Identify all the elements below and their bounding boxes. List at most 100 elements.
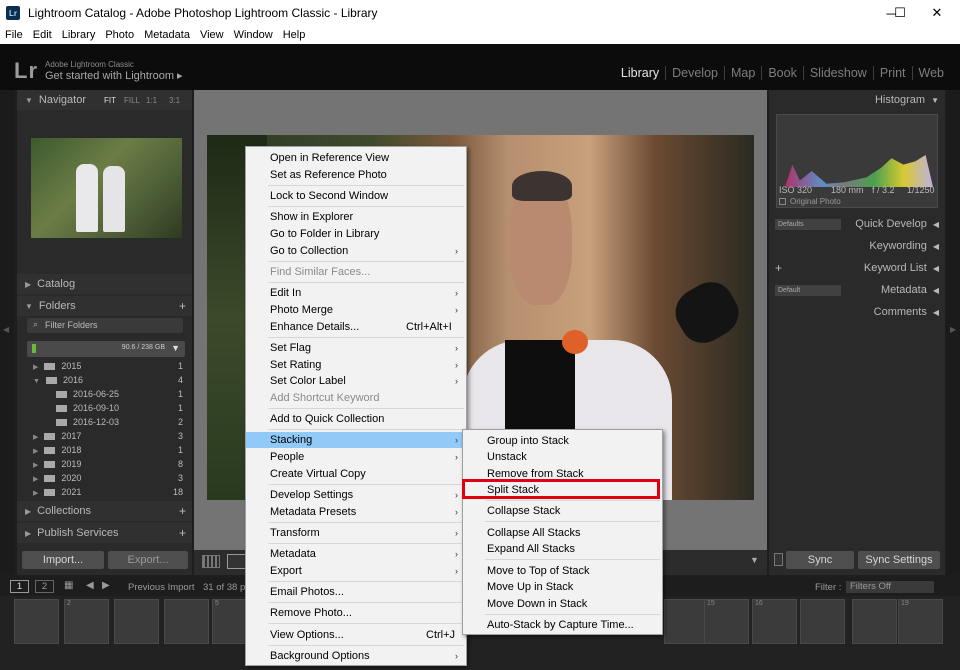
menu-view[interactable]: View <box>195 29 229 41</box>
menu-item-set-as-reference-photo[interactable]: Set as Reference Photo <box>246 167 466 183</box>
menu-item-move-up-in-stack[interactable]: Move Up in Stack <box>463 579 662 595</box>
zoom-1-1[interactable]: 1:1 <box>146 96 157 105</box>
menu-item-stacking[interactable]: Stacking › <box>246 432 466 448</box>
menu-item-people[interactable]: People › <box>246 449 466 465</box>
menu-item-background-options[interactable]: Background Options › <box>246 648 466 664</box>
original-photo-checkbox[interactable] <box>779 198 786 205</box>
module-web[interactable]: Web <box>913 66 950 80</box>
menu-item-open-in-reference-view[interactable]: Open in Reference View <box>246 150 466 166</box>
publish-services-header[interactable]: ▶ Publish Services + <box>17 523 192 543</box>
sync-button[interactable]: Sync <box>786 551 854 569</box>
filmstrip-thumbnail[interactable]: 15 <box>704 599 749 644</box>
menu-item-add-shortcut-keyword[interactable]: Add Shortcut Keyword <box>246 390 466 406</box>
filmstrip-thumbnail[interactable]: 2 <box>64 599 109 644</box>
filmstrip-thumbnail[interactable] <box>664 599 709 644</box>
folder-row[interactable]: 2016-06-25 <box>56 387 119 401</box>
filter-folders-input[interactable]: Filter Folders <box>27 318 183 333</box>
page-1-button[interactable]: 1 <box>10 580 29 593</box>
menu-item-go-to-collection[interactable]: Go to Collection › <box>246 243 466 259</box>
folder-row[interactable]: ▶ 2018 <box>33 443 81 457</box>
metadata-header[interactable]: Default Metadata ◀ <box>769 280 945 300</box>
collections-header[interactable]: ▶ Collections + <box>17 501 192 521</box>
filter-select[interactable]: Filters Off <box>846 581 934 593</box>
volume-menu-icon[interactable]: ▼ <box>171 343 180 353</box>
filmstrip-thumbnail[interactable] <box>114 599 159 644</box>
menu-item-metadata-presets[interactable]: Metadata Presets › <box>246 504 466 520</box>
keyword-list-header[interactable]: + Keyword List ◀ <box>769 258 945 278</box>
filmstrip-thumbnail[interactable]: 16 <box>752 599 797 644</box>
add-keyword-icon[interactable]: + <box>775 261 782 275</box>
toolbar-menu-icon[interactable]: ▼ <box>750 555 759 565</box>
histogram-header[interactable]: Histogram ▼ <box>769 90 945 110</box>
menu-item-edit-in[interactable]: Edit In › <box>246 285 466 301</box>
module-develop[interactable]: Develop <box>666 66 725 80</box>
menu-file[interactable]: File <box>0 29 28 41</box>
navigator-preview[interactable] <box>31 138 182 238</box>
volume-bar[interactable]: 90.6 / 238 GB ▼ <box>27 341 185 357</box>
filmstrip-thumbnail[interactable] <box>852 599 897 644</box>
menu-metadata[interactable]: Metadata <box>139 29 195 41</box>
menu-item-metadata[interactable]: Metadata › <box>246 546 466 562</box>
folder-row[interactable]: 2016-09-10 <box>56 401 119 415</box>
menu-item-show-in-explorer[interactable]: Show in Explorer <box>246 209 466 225</box>
menu-item-find-similar-faces[interactable]: Find Similar Faces... <box>246 264 466 280</box>
menu-item-move-down-in-stack[interactable]: Move Down in Stack <box>463 596 662 612</box>
folder-row[interactable]: ▶ 2021 <box>33 485 81 499</box>
catalog-header[interactable]: ▶ Catalog <box>17 274 192 294</box>
menu-item-set-color-label[interactable]: Set Color Label › <box>246 373 466 389</box>
close-button[interactable]: ✕ <box>914 0 960 26</box>
module-print[interactable]: Print <box>874 66 913 80</box>
menu-item-group-into-stack[interactable]: Group into Stack <box>463 433 662 449</box>
module-book[interactable]: Book <box>762 66 804 80</box>
comments-header[interactable]: Comments ◀ <box>769 302 945 322</box>
sync-settings-button[interactable]: Sync Settings <box>858 551 940 569</box>
menu-item-create-virtual-copy[interactable]: Create Virtual Copy <box>246 466 466 482</box>
histogram-chart[interactable]: ISO 320 180 mm f / 3.2 1/1250 Original P… <box>776 114 938 208</box>
folder-row[interactable]: ▼ 2016 <box>33 373 83 387</box>
menu-item-expand-all-stacks[interactable]: Expand All Stacks <box>463 541 662 557</box>
menu-item-collapse-all-stacks[interactable]: Collapse All Stacks <box>463 525 662 541</box>
navigator-header[interactable]: ▼ Navigator FIT FILL 1:1 3:1 <box>17 90 192 110</box>
menu-edit[interactable]: Edit <box>28 29 57 41</box>
zoom-fill[interactable]: FILL <box>124 96 140 105</box>
filmstrip-thumbnail[interactable]: 19 <box>898 599 943 644</box>
source-label[interactable]: Previous Import <box>128 582 195 593</box>
menu-library[interactable]: Library <box>57 29 101 41</box>
import-button[interactable]: Import... <box>22 551 104 569</box>
add-collection-icon[interactable]: + <box>179 504 186 518</box>
menu-item-transform[interactable]: Transform › <box>246 525 466 541</box>
menu-item-email-photos[interactable]: Email Photos... <box>246 584 466 600</box>
filmstrip-thumbnail[interactable] <box>164 599 209 644</box>
menu-item-auto-stack-by-capture-time[interactable]: Auto-Stack by Capture Time... <box>463 617 662 633</box>
sync-toggle[interactable] <box>774 553 783 566</box>
menu-item-export[interactable]: Export › <box>246 563 466 579</box>
grid-icon[interactable]: ▦ <box>64 580 73 591</box>
menu-item-lock-to-second-window[interactable]: Lock to Second Window <box>246 188 466 204</box>
add-service-icon[interactable]: + <box>179 526 186 540</box>
left-panel-toggle[interactable]: ◀ <box>0 90 14 575</box>
menu-item-enhance-details[interactable]: Enhance Details... Ctrl+Alt+I <box>246 319 466 335</box>
module-slideshow[interactable]: Slideshow <box>804 66 874 80</box>
export-button[interactable]: Export... <box>108 551 188 569</box>
module-library[interactable]: Library <box>615 66 667 80</box>
metadata-preset-select[interactable]: Default <box>775 285 841 296</box>
back-arrow-icon[interactable]: ◀ <box>86 580 94 591</box>
defaults-select[interactable]: Defaults <box>775 219 841 230</box>
menu-item-remove-photo[interactable]: Remove Photo... <box>246 605 466 621</box>
menu-item-photo-merge[interactable]: Photo Merge › <box>246 302 466 318</box>
menu-item-add-to-quick-collection[interactable]: Add to Quick Collection <box>246 411 466 427</box>
add-folder-icon[interactable]: + <box>179 299 186 313</box>
zoom-3-1[interactable]: 3:1 <box>169 96 180 105</box>
menu-item-move-to-top-of-stack[interactable]: Move to Top of Stack <box>463 563 662 579</box>
grid-view-icon[interactable] <box>202 555 220 568</box>
menu-item-collapse-stack[interactable]: Collapse Stack <box>463 503 662 519</box>
menu-item-go-to-folder[interactable]: Go to Folder in Library <box>246 226 466 242</box>
folder-row[interactable]: ▶ 2020 <box>33 471 81 485</box>
filmstrip-thumbnail[interactable] <box>14 599 59 644</box>
quick-develop-header[interactable]: Defaults Quick Develop ◀ <box>769 214 945 234</box>
folder-row[interactable]: 2016-12-03 <box>56 415 119 429</box>
module-map[interactable]: Map <box>725 66 763 80</box>
right-panel-toggle[interactable]: ▶ <box>946 90 960 575</box>
page-2-button[interactable]: 2 <box>35 580 54 593</box>
folder-row[interactable]: ▶ 2015 <box>33 359 81 373</box>
